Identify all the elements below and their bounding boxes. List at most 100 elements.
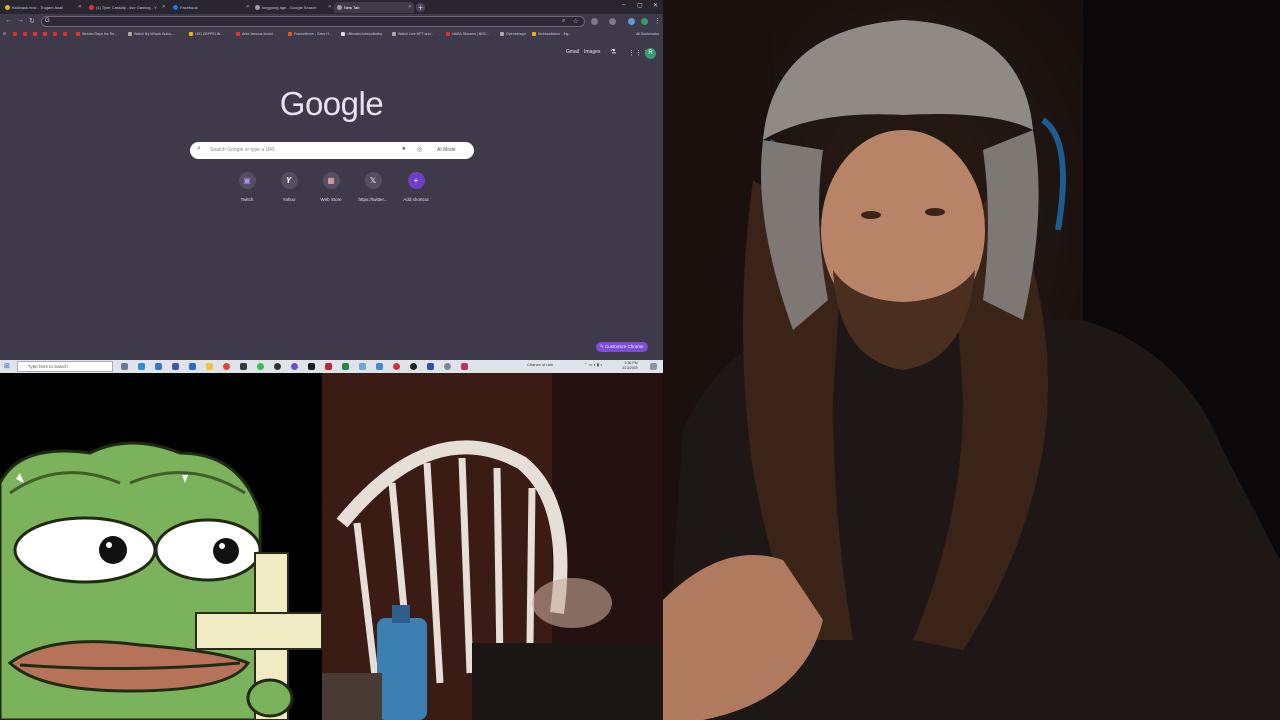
bookmark-label: Stream Days the Re... [82,32,118,36]
taskbar-search-input[interactable]: Type here to search [17,361,113,372]
close-icon[interactable]: ✕ [162,2,166,13]
bookmark-apps-icon[interactable]: ☰ [3,30,6,38]
new-tab-button[interactable]: + [416,3,425,12]
tab-2[interactable]: (1) Tyler Cassidy - live Gaming - Y ✕ [86,2,168,13]
images-link[interactable]: Images [584,49,600,55]
bookmark-item[interactable]: Kickbackstore - My... [532,30,571,38]
taskview-icon[interactable] [121,363,128,370]
chair-image [322,373,663,720]
bookmark-label: Opensimcpe [506,32,527,36]
labs-flask-icon[interactable]: ⚗ [610,48,616,56]
gmail-link[interactable]: Gmail [566,49,579,55]
app-icon[interactable] [359,363,366,370]
tab-favicon [5,5,10,10]
shortcut-yahoo[interactable]: 𝒀 Yahoo [269,172,309,202]
app-icon[interactable] [172,363,179,370]
bookmark-item[interactable]: Ultimateclubstudiodby [341,30,382,38]
forward-icon[interactable]: → [17,17,24,24]
customize-label: Customize Chrome [605,344,644,349]
all-bookmarks-button[interactable]: All Bookmarks [636,30,659,38]
app-icon[interactable] [291,363,298,370]
avatar[interactable]: R [645,48,656,59]
weather-status[interactable]: Chance of rain [527,362,553,367]
tab-5[interactable]: New Tab ✕ [334,2,414,13]
shortcut-label: Add shortcut [403,197,429,202]
profile-toolbar-icon[interactable] [641,18,648,25]
close-window-icon[interactable]: ✕ [653,2,658,9]
shortcut-twitch[interactable]: ▣ Twitch [227,172,267,202]
bookmark-label: Watch By Whack Autou... [134,32,175,36]
shortcut-label: https://twitter... [358,197,388,202]
tab-favicon [89,5,94,10]
tab-title: longpong age - Google Search [262,5,317,10]
bookmark-item[interactable]: Stream Days the Re... [76,30,117,38]
folder-icon[interactable] [206,363,213,370]
app-icon[interactable] [257,363,264,370]
app-icon[interactable] [274,363,281,370]
close-icon[interactable]: ✕ [78,2,82,13]
windows-start-icon[interactable]: ⊞ [4,363,10,370]
reload-icon[interactable]: ↻ [29,17,35,25]
app-icon[interactable] [376,363,383,370]
microphone-icon[interactable]: ● [402,146,406,152]
bookmark-item[interactable]: Ante-famous downl... [236,30,276,38]
app-icon[interactable] [189,363,196,370]
tray-icons[interactable]: ⌃ ▭ ◖ ▮ ◐ [584,362,603,367]
app-icon[interactable] [393,363,400,370]
app-icon[interactable] [427,363,434,370]
chrome-icon[interactable] [223,363,230,370]
pepe-overlay [0,373,322,720]
bookmark-item[interactable]: LED ZEPPELIN - [189,30,223,38]
tab-4[interactable]: longpong age - Google Search ✕ [252,2,334,13]
maximize-icon[interactable]: ▢ [637,2,643,9]
bookmark-item[interactable]: Francefleme - Save H... [288,30,332,38]
clock-date: 3/13/2025 [622,366,638,370]
search-lens-icon[interactable]: ⌕ [562,18,565,25]
taskbar-clock[interactable]: 9:36 PM 3/13/2025 [622,361,638,371]
notification-icon[interactable] [650,363,657,370]
bookmark-item[interactable]: Watch Live HFT and... [392,30,434,38]
ai-mode-button[interactable]: AI Mode [433,144,460,157]
bookmark-label: Ultimateclubstudiodby [347,32,383,36]
bookmark-label: Kickbackstore - My... [538,32,572,36]
app-icon[interactable] [461,363,468,370]
extension-icon[interactable] [628,18,635,25]
shortcut-add[interactable]: + Add shortcut [396,172,436,202]
tab-1[interactable]: Kickback.how - Trugam Avail ✕ [2,2,84,13]
tab-3[interactable]: Facebook ✕ [170,2,252,13]
settings-gear-icon[interactable] [444,363,451,370]
bookmark-item[interactable]: Watch By Whack Autou... [128,30,174,38]
camera-lens-icon[interactable]: ◎ [417,146,422,153]
bookmark-item[interactable]: Opensimcpe [500,30,526,38]
edge-icon[interactable] [138,363,145,370]
close-icon[interactable]: ✕ [246,2,250,13]
close-icon[interactable]: ✕ [408,2,412,13]
extension-icon[interactable] [609,18,616,25]
address-bar[interactable]: G ⌕ ☆ [41,16,585,27]
bookmark-label: Francefleme - Save H... [294,32,332,36]
minimize-icon[interactable]: – [622,2,625,8]
ai-mode-label: AI Mode [437,147,456,153]
back-icon[interactable]: ← [5,17,12,24]
tab-favicon [173,5,178,10]
app-icon[interactable] [325,363,332,370]
search-input[interactable]: ⌕ Search Google or type a URL ● ◎ AI Mod… [190,142,474,159]
app-icon[interactable] [155,363,162,370]
search-placeholder: Search Google or type a URL [210,147,276,153]
app-icon[interactable] [240,363,247,370]
shortcut-label: Yahoo [282,197,296,202]
room-camera-feed [322,373,663,720]
shortcut-web-store[interactable]: ▦ Web Store [311,172,351,202]
app-icon[interactable] [342,363,349,370]
bookmark-item[interactable]: NASA Streams | BRC... [446,30,489,38]
shortcut-twitter[interactable]: 𝕏 https://twitter... [353,172,393,202]
app-icon[interactable] [308,363,315,370]
close-icon[interactable]: ✕ [328,2,332,13]
extension-icon[interactable] [591,18,598,25]
tab-title: New Tab [344,5,360,10]
bookmark-star-icon[interactable]: ☆ [573,18,578,25]
customize-chrome-button[interactable]: ✎ Customize Chrome [596,342,648,352]
obs-icon[interactable] [410,363,417,370]
bookmark-label: LED ZEPPELIN - [195,32,223,36]
menu-dots-icon[interactable]: ⋮ [654,17,661,25]
